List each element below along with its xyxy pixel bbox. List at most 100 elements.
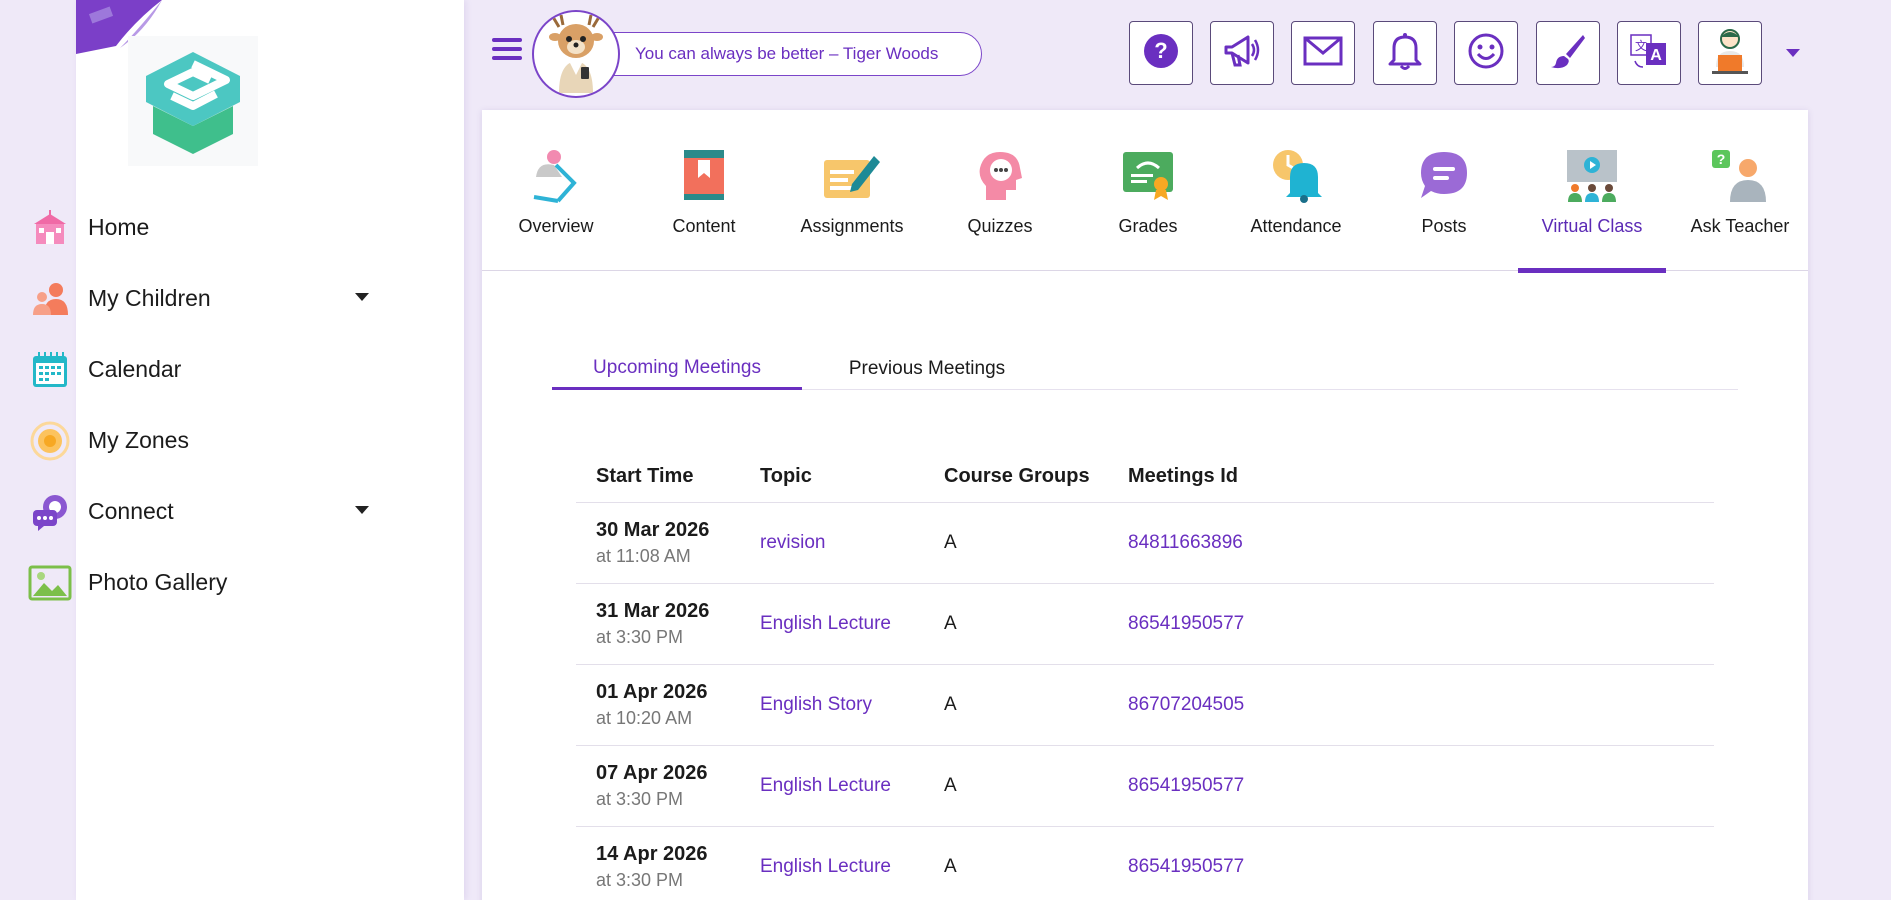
meeting-time: at 3:30 PM: [596, 870, 684, 890]
mail-icon: [1303, 36, 1343, 71]
sidebar-item-photo-gallery[interactable]: Photo Gallery: [28, 547, 373, 618]
meeting-course-group: A: [944, 775, 957, 796]
tab-label: Posts: [1421, 216, 1467, 236]
quote-text: You can always be better – Tiger Woods: [635, 44, 939, 63]
sidebar-item-my-children[interactable]: My Children: [28, 263, 373, 334]
sidebar-item-my-zones[interactable]: My Zones: [28, 405, 373, 476]
ask-teacher-icon: ?: [1710, 146, 1770, 204]
meeting-id-link[interactable]: 86541950577: [1128, 775, 1244, 796]
language-button[interactable]: 文A: [1617, 21, 1681, 85]
subtab-label: Upcoming Meetings: [593, 356, 761, 378]
table-row: 30 Mar 2026 at 11:08 AM revision A 848116…: [576, 503, 1714, 584]
menu-toggle-button[interactable]: [492, 38, 522, 62]
megaphone-icon: [1222, 33, 1262, 74]
sidebar-item-home[interactable]: Home: [28, 192, 373, 263]
meeting-course-group: A: [944, 613, 957, 634]
meeting-id-link[interactable]: 86541950577: [1128, 856, 1244, 877]
tab-label: Virtual Class: [1541, 216, 1643, 236]
announcements-button[interactable]: [1210, 21, 1274, 85]
table-row: 31 Mar 2026 at 3:30 PM English Lecture A …: [576, 584, 1714, 665]
svg-text:?: ?: [1717, 151, 1726, 167]
meeting-id-link[interactable]: 86707204505: [1128, 694, 1244, 715]
zones-icon: [28, 419, 72, 463]
school-icon: [28, 206, 72, 250]
tab-attendance[interactable]: Attendance: [1222, 110, 1370, 271]
notifications-button[interactable]: [1373, 21, 1437, 85]
tab-label: Quizzes: [967, 216, 1033, 236]
children-icon: [28, 277, 72, 321]
tab-ask-teacher[interactable]: ? Ask Teacher: [1666, 110, 1814, 271]
meeting-time: at 11:08 AM: [596, 546, 691, 566]
sidebar-item-connect[interactable]: Connect: [28, 476, 373, 547]
profile-button[interactable]: [1698, 21, 1762, 85]
tab-label: Ask Teacher: [1690, 216, 1790, 236]
sidebar-item-label: My Zones: [88, 427, 189, 453]
meeting-topic-link[interactable]: English Story: [760, 694, 872, 715]
course-panel: Overview Content Assignments Quizzes Gra…: [482, 110, 1808, 900]
chat-bubble-icon: [1414, 146, 1474, 204]
table-header: Start Time Topic Course Groups Meetings …: [576, 450, 1714, 503]
tab-content[interactable]: Content: [630, 110, 778, 271]
tab-virtual-class[interactable]: Virtual Class: [1518, 110, 1666, 273]
meeting-course-group: A: [944, 856, 957, 877]
translate-icon: 文A: [1629, 31, 1669, 76]
tab-label: Grades: [1118, 216, 1178, 236]
tab-posts[interactable]: Posts: [1370, 110, 1518, 271]
theme-button[interactable]: [1536, 21, 1600, 85]
meeting-topic-link[interactable]: revision: [760, 532, 825, 553]
bell-icon: [1388, 32, 1422, 75]
paintbrush-icon: [1549, 32, 1587, 75]
table-row: 07 Apr 2026 at 3:30 PM English Lecture A …: [576, 746, 1714, 827]
meeting-topic-link[interactable]: English Lecture: [760, 856, 891, 877]
tab-label: Attendance: [1250, 216, 1342, 236]
sidebar-nav: Home My Children Calendar My Zones Conne…: [28, 192, 373, 618]
help-button[interactable]: ?: [1129, 21, 1193, 85]
meeting-topic-link[interactable]: English Lecture: [760, 775, 891, 796]
meeting-id-link[interactable]: 84811663896: [1128, 532, 1243, 553]
table-row: 14 Apr 2026 at 3:30 PM English Lecture A …: [576, 827, 1714, 900]
tab-upcoming-meetings[interactable]: Upcoming Meetings: [552, 348, 802, 390]
messages-button[interactable]: [1291, 21, 1355, 85]
tab-label: Assignments: [800, 216, 904, 236]
chevron-down-icon[interactable]: [355, 293, 369, 301]
sidebar-item-label: My Children: [88, 285, 211, 311]
meeting-id-link[interactable]: 86541950577: [1128, 613, 1244, 634]
mascot-avatar: [532, 10, 620, 98]
chevron-down-icon[interactable]: [355, 506, 369, 514]
virtual-class-icon: [1562, 146, 1622, 204]
tab-previous-meetings[interactable]: Previous Meetings: [802, 348, 1052, 390]
attendance-bell-icon: [1266, 146, 1326, 204]
svg-text:文: 文: [1635, 38, 1647, 53]
tab-quizzes[interactable]: Quizzes: [926, 110, 1074, 271]
column-header-topic: Topic: [760, 464, 812, 487]
sidebar-item-label: Home: [88, 214, 150, 240]
overview-icon: [526, 146, 586, 204]
sidebar-item-label: Connect: [88, 498, 174, 524]
tab-label: Content: [672, 216, 736, 236]
hamburger-line: [492, 38, 522, 42]
photo-gallery-icon: [28, 561, 72, 605]
tab-grades[interactable]: Grades: [1074, 110, 1222, 271]
tab-overview[interactable]: Overview: [482, 110, 630, 271]
profile-dropdown-chevron-icon[interactable]: [1786, 49, 1800, 57]
quiz-icon: [970, 146, 1030, 204]
table-row: 01 Apr 2026 at 10:20 AM English Story A 8…: [576, 665, 1714, 746]
sidebar-item-label: Calendar: [88, 356, 182, 382]
meeting-date: 01 Apr 2026: [596, 681, 708, 703]
meetings-subtabs: Upcoming Meetings Previous Meetings: [552, 348, 1738, 390]
subtab-label: Previous Meetings: [848, 358, 1006, 379]
calendar-icon: [28, 348, 72, 392]
svg-text:A: A: [1650, 47, 1662, 64]
meeting-course-group: A: [944, 694, 957, 715]
tab-assignments[interactable]: Assignments: [778, 110, 926, 271]
meeting-course-group: A: [944, 532, 957, 553]
smiley-icon: [1468, 33, 1504, 74]
hamburger-line: [492, 47, 522, 51]
column-header-meetings-id: Meetings Id: [1128, 464, 1239, 487]
meeting-topic-link[interactable]: English Lecture: [760, 613, 891, 634]
mood-button[interactable]: [1454, 21, 1518, 85]
course-tabbar: Overview Content Assignments Quizzes Gra…: [482, 110, 1808, 273]
sidebar-item-calendar[interactable]: Calendar: [28, 334, 373, 405]
meeting-time: at 10:20 AM: [596, 708, 693, 728]
help-icon: ?: [1143, 33, 1179, 74]
